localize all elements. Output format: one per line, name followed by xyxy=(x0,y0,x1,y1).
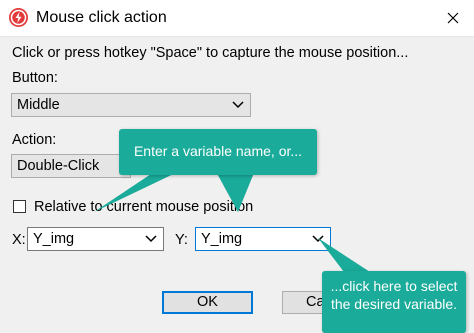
variable-callout: Enter a variable name, or... xyxy=(119,129,317,175)
click-here-callout: ...click here to select the desired vari… xyxy=(322,271,466,333)
